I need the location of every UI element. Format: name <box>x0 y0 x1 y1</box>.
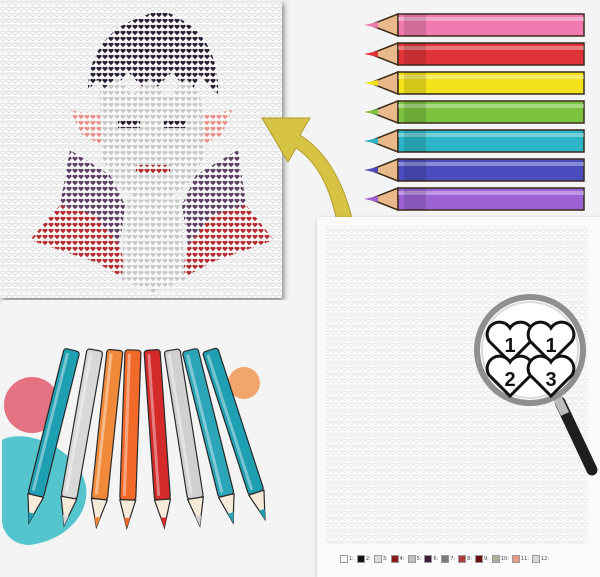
legend-label: 6: <box>433 556 439 562</box>
legend-item: 7: <box>441 555 455 563</box>
colored-pencil <box>364 70 585 96</box>
magnifier-number: 1 <box>504 335 515 357</box>
legend-label: 7: <box>450 556 456 562</box>
color-legend: 1: 2: 3: 4: 5: 6: 7: 8: 9: 10: 11: 12: <box>340 552 590 566</box>
legend-swatch <box>424 555 433 563</box>
legend-item: 8: <box>458 555 472 563</box>
legend-label: 3: <box>382 556 388 562</box>
legend-label: 4: <box>399 556 405 562</box>
legend-label: 2: <box>365 556 371 562</box>
legend-label: 5: <box>416 556 422 562</box>
magnifier-number: 2 <box>504 369 515 391</box>
legend-item: 9: <box>475 555 489 563</box>
legend-swatch <box>356 555 365 563</box>
colored-pencil <box>364 12 585 38</box>
pencil-set-right <box>364 12 585 212</box>
legend-item: 12: <box>531 555 550 563</box>
legend-item: 3: <box>373 555 388 563</box>
legend-label: 9: <box>484 556 489 562</box>
magnifier-number: 3 <box>545 369 556 391</box>
legend-swatch <box>531 555 540 563</box>
colored-pencil <box>364 157 585 183</box>
colored-pencil <box>364 41 585 67</box>
legend-label: 12: <box>540 556 550 562</box>
legend-label: 1: <box>349 556 354 562</box>
legend-item: 4: <box>390 555 405 563</box>
legend-swatch <box>390 555 399 563</box>
legend-item: 6: <box>424 555 438 563</box>
legend-item: 2: <box>356 555 371 563</box>
colored-pencil <box>364 99 585 125</box>
legend-item: 10: <box>491 555 509 563</box>
pencil-bundle-left <box>2 300 314 577</box>
colored-pencil <box>364 186 585 212</box>
legend-swatch <box>458 555 467 563</box>
colored-pencil <box>364 128 585 154</box>
legend-label: 11: <box>520 556 529 562</box>
legend-swatch <box>441 555 450 563</box>
legend-swatch <box>511 555 520 563</box>
legend-swatch <box>475 555 483 563</box>
legend-swatch <box>373 555 382 563</box>
legend-swatch <box>340 555 348 563</box>
legend-swatch <box>407 555 416 563</box>
legend-item: 11: <box>511 555 529 563</box>
legend-swatch <box>491 555 500 563</box>
legend-label: 8: <box>467 556 472 562</box>
illustration-canvas: 1 1 2 3 <box>0 0 600 577</box>
legend-item: 1: <box>340 555 354 563</box>
magnifier-number: 1 <box>545 335 556 357</box>
legend-item: 5: <box>407 555 422 563</box>
legend-label: 10: <box>500 556 509 562</box>
